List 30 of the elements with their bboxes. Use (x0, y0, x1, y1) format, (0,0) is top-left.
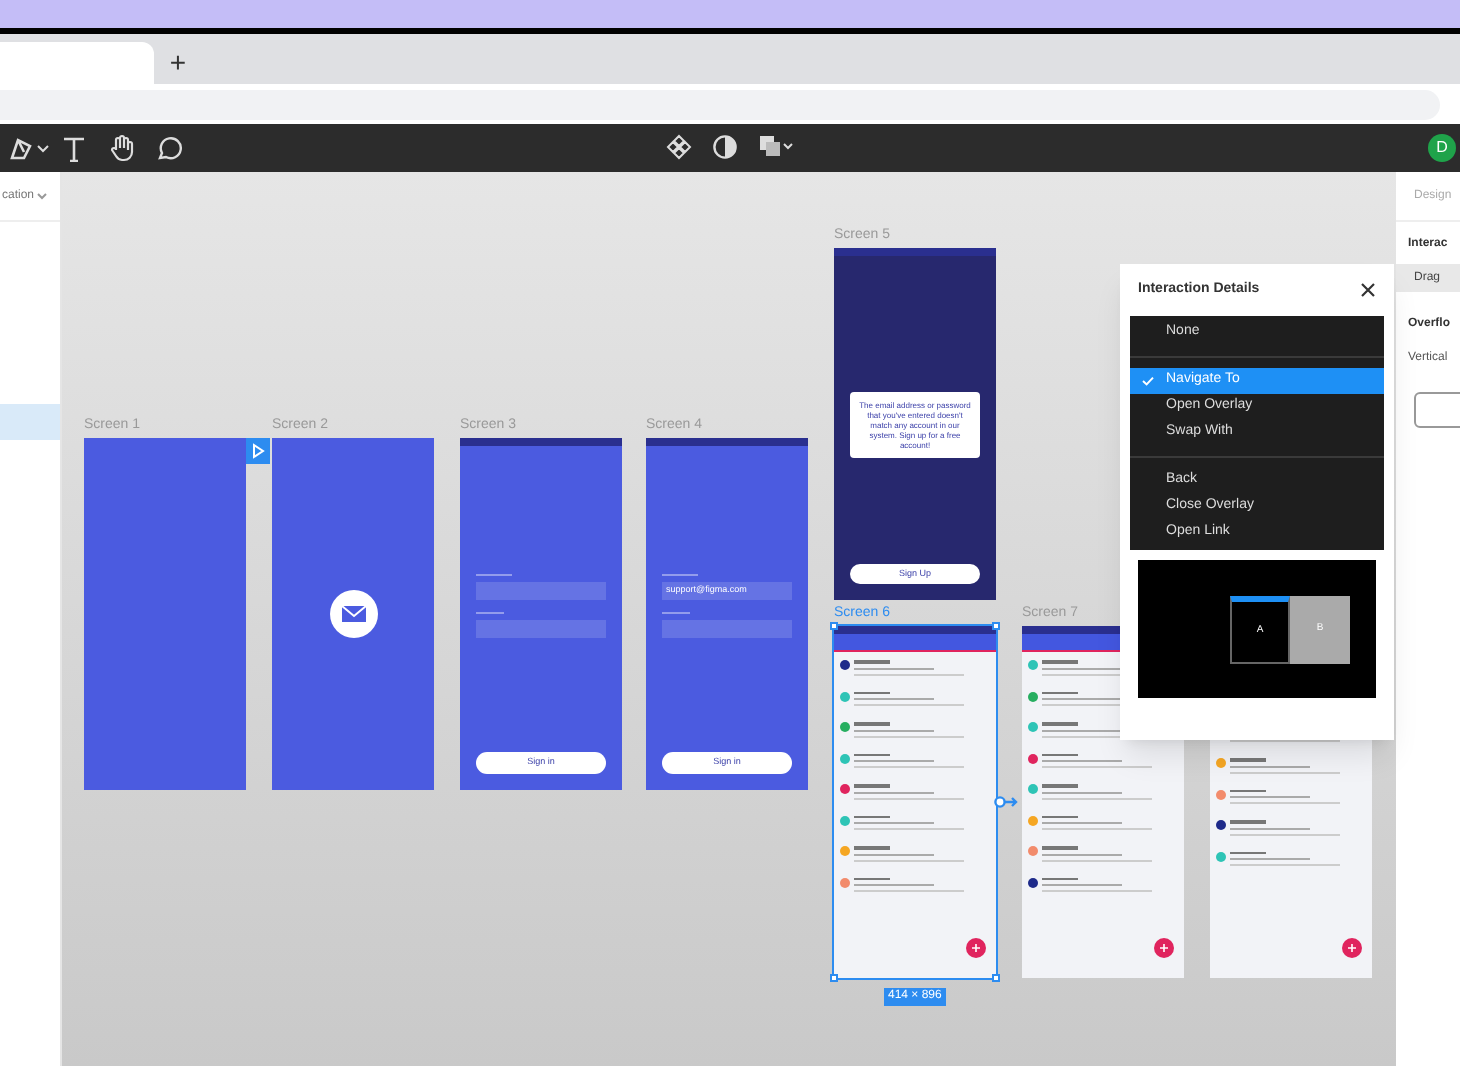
password-field[interactable] (662, 620, 792, 638)
comment-tool-icon[interactable] (156, 135, 182, 161)
label-line (476, 612, 504, 614)
check-icon (1142, 376, 1154, 386)
phone-screen[interactable] (834, 626, 996, 978)
hand-tool-icon[interactable] (108, 134, 136, 162)
new-tab-button[interactable]: + (164, 42, 192, 84)
component-icon[interactable] (666, 134, 692, 160)
boolean-group-icon[interactable] (758, 134, 794, 160)
email-field[interactable] (476, 582, 606, 600)
resize-handle[interactable] (830, 622, 838, 630)
caret-icon (36, 192, 49, 200)
text-tool-icon[interactable] (62, 135, 86, 161)
label-line (662, 612, 690, 614)
label-line (476, 574, 512, 576)
resize-handle[interactable] (830, 974, 838, 982)
label-line (662, 574, 698, 576)
connection-arrow-icon[interactable] (994, 796, 1018, 808)
password-field[interactable] (476, 620, 606, 638)
close-icon[interactable] (1360, 282, 1376, 298)
pen-tool-icon[interactable] (8, 134, 52, 162)
envelope-icon (329, 590, 377, 638)
resize-handle[interactable] (992, 622, 1000, 630)
compose-fab-icon[interactable] (1342, 938, 1362, 958)
contrast-icon[interactable] (712, 134, 738, 160)
play-flow-icon[interactable] (246, 438, 270, 464)
compose-fab-icon[interactable] (1154, 938, 1174, 958)
compose-fab-icon[interactable] (966, 938, 986, 958)
input-field[interactable] (1414, 392, 1460, 428)
resize-handle[interactable] (992, 974, 1000, 982)
